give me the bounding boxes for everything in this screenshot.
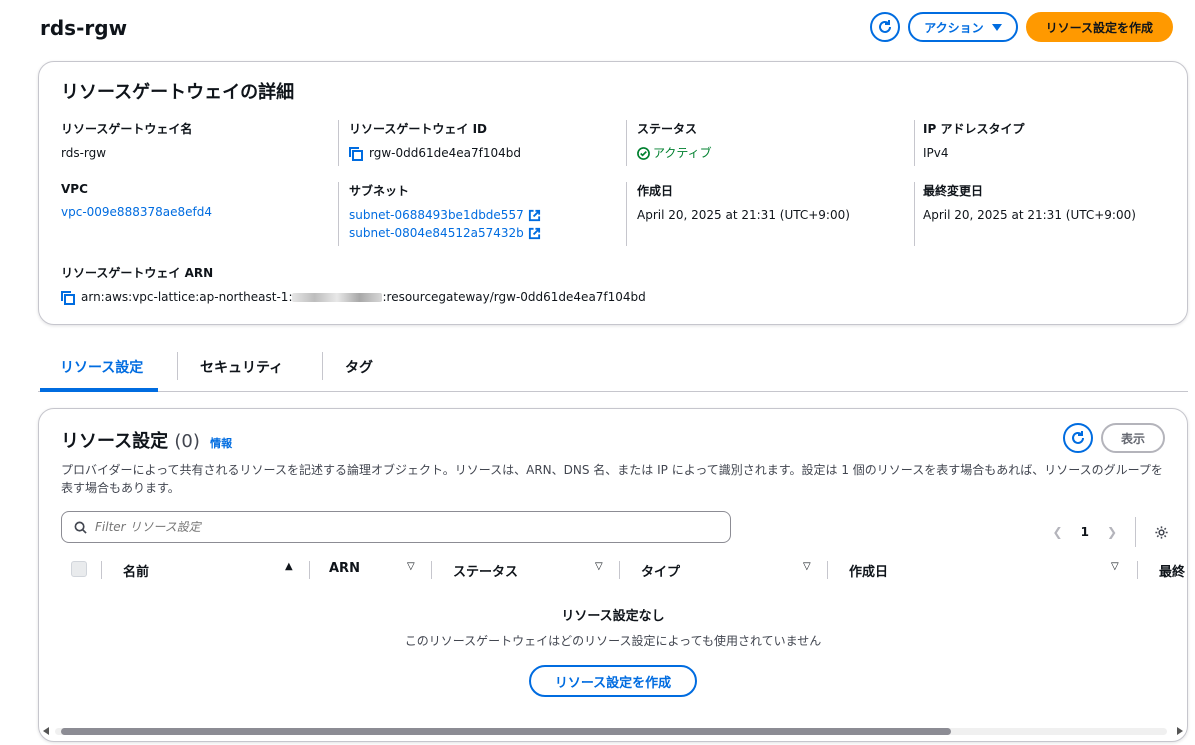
- col-divider: [431, 561, 432, 579]
- scroll-left-icon[interactable]: [43, 727, 49, 735]
- info-link[interactable]: 情報: [210, 437, 232, 450]
- next-page-icon[interactable]: ❯: [1107, 525, 1117, 539]
- table-title-text: リソース設定: [61, 431, 169, 452]
- empty-create-button[interactable]: リソース設定を作成: [528, 665, 698, 697]
- table-actions: 表示: [1062, 423, 1165, 453]
- copy-icon[interactable]: [61, 290, 75, 305]
- pagination: ❮ 1 ❯: [1053, 517, 1169, 547]
- empty-title: リソース設定なし: [561, 609, 665, 624]
- status-value: アクティブ: [653, 146, 712, 160]
- col-divider: [619, 561, 620, 579]
- sort-icon[interactable]: ▽: [803, 561, 811, 572]
- arn-prefix: arn:aws:vpc-lattice:ap-northeast-1:: [81, 290, 293, 304]
- col-divider: [827, 561, 828, 579]
- sort-icon[interactable]: ▽: [595, 561, 603, 572]
- col-arn[interactable]: ARN: [329, 561, 360, 576]
- details-title: リソースゲートウェイの詳細: [61, 82, 295, 103]
- tab-divider: [177, 352, 178, 380]
- empty-description: このリソースゲートウェイはどのリソース設定によっても使用されていません: [404, 634, 822, 648]
- subnet-link[interactable]: subnet-0688493be1dbde557: [349, 208, 524, 222]
- prev-page-icon[interactable]: ❮: [1053, 525, 1063, 539]
- check-circle-icon: [637, 147, 650, 160]
- caret-down-icon: [991, 23, 1002, 31]
- created-value: April 20, 2025 at 21:31 (UTC+9:00): [637, 208, 850, 222]
- gear-icon[interactable]: [1154, 525, 1169, 540]
- resource-configs-panel: リソース設定 (0) 情報 表示 プロバイダーによって共有されるリソースを記述す…: [38, 408, 1188, 742]
- select-all-checkbox[interactable]: [71, 561, 87, 577]
- modified-label: 最終変更日: [923, 184, 984, 198]
- field-vpc: VPC vpc-009e888378ae8efd4: [61, 182, 339, 246]
- ip-value: IPv4: [923, 146, 949, 160]
- page-title: rds-rgw: [40, 16, 128, 40]
- subnet-link[interactable]: subnet-0804e84512a57432b: [349, 226, 524, 240]
- tab-resource-configs[interactable]: リソース設定: [40, 350, 158, 392]
- field-subnet: サブネット subnet-0688493be1dbde557 subnet-08…: [349, 182, 627, 246]
- tab-tags[interactable]: タグ: [345, 350, 373, 392]
- tab-bar: リソース設定 セキュリティ タグ: [38, 350, 1188, 392]
- col-type[interactable]: タイプ: [641, 561, 680, 580]
- field-status: ステータス アクティブ: [637, 120, 915, 166]
- status-label: ステータス: [637, 122, 698, 136]
- actions-dropdown-button[interactable]: アクション: [908, 12, 1018, 42]
- sort-icon[interactable]: ▽: [1111, 561, 1119, 572]
- empty-state: リソース設定なし このリソースゲートウェイはどのリソース設定によっても使用されて…: [39, 605, 1187, 697]
- col-divider: [101, 561, 102, 579]
- sort-icon[interactable]: ▽: [407, 561, 415, 572]
- field-name: リソースゲートウェイ名 rds-rgw: [61, 120, 339, 166]
- horizontal-scrollbar[interactable]: [41, 725, 1185, 737]
- refresh-icon: [1072, 431, 1084, 444]
- created-label: 作成日: [637, 184, 674, 198]
- external-link-icon: [528, 227, 540, 240]
- field-id: リソースゲートウェイ ID rgw-0dd61de4ea7f104bd: [349, 120, 627, 166]
- field-created: 作成日 April 20, 2025 at 21:31 (UTC+9:00): [637, 182, 915, 246]
- tab-security[interactable]: セキュリティ: [200, 350, 283, 392]
- table-description: プロバイダーによって共有されるリソースを記述する論理オブジェクト。リソースは、A…: [61, 463, 1163, 495]
- id-label: リソースゲートウェイ ID: [349, 122, 488, 136]
- col-modified[interactable]: 最終: [1159, 561, 1185, 580]
- name-label: リソースゲートウェイ名: [61, 122, 193, 136]
- table-refresh-button[interactable]: [1062, 423, 1093, 453]
- header-actions: アクション リソース設定を作成: [870, 12, 1173, 42]
- copy-icon[interactable]: [349, 146, 363, 161]
- search-icon: [74, 521, 87, 534]
- table-header: 名前 ▲ ARN ▽ ステータス ▽ タイプ ▽ 作成日 ▽ 最終: [61, 557, 1187, 585]
- actions-label: アクション: [924, 20, 984, 35]
- refresh-button[interactable]: [870, 12, 901, 42]
- tab-divider: [322, 352, 323, 380]
- arn-suffix: :resourcegateway/rgw-0dd61de4ea7f104bd: [382, 290, 646, 304]
- col-created[interactable]: 作成日: [849, 561, 888, 580]
- external-link-icon: [528, 209, 540, 222]
- view-button[interactable]: 表示: [1100, 423, 1165, 453]
- ip-label: IP アドレスタイプ: [923, 122, 1025, 136]
- subnet-label: サブネット: [349, 184, 410, 198]
- id-value: rgw-0dd61de4ea7f104bd: [369, 146, 521, 160]
- vpc-link[interactable]: vpc-009e888378ae8efd4: [61, 203, 324, 221]
- filter-input[interactable]: [95, 520, 695, 534]
- table-title: リソース設定 (0) 情報: [61, 427, 232, 453]
- sort-asc-icon[interactable]: ▲: [285, 561, 293, 572]
- page-number[interactable]: 1: [1081, 525, 1089, 539]
- redacted-account-id: [292, 293, 383, 302]
- modified-value: April 20, 2025 at 21:31 (UTC+9:00): [923, 208, 1136, 222]
- col-status[interactable]: ステータス: [453, 561, 518, 580]
- pager-divider: [1135, 517, 1136, 547]
- scroll-thumb[interactable]: [61, 728, 951, 735]
- name-value: rds-rgw: [61, 146, 107, 160]
- create-resource-config-button[interactable]: リソース設定を作成: [1025, 12, 1173, 42]
- field-ip-type: IP アドレスタイプ IPv4: [923, 120, 1195, 166]
- col-name[interactable]: 名前: [123, 561, 149, 580]
- field-modified: 最終変更日 April 20, 2025 at 21:31 (UTC+9:00): [923, 182, 1195, 246]
- gateway-details-panel: リソースゲートウェイの詳細 リソースゲートウェイ名 rds-rgw リソースゲー…: [38, 61, 1188, 325]
- scroll-right-icon[interactable]: [1177, 727, 1183, 735]
- filter-box: [61, 511, 731, 543]
- vpc-label: VPC: [61, 182, 88, 196]
- col-divider: [309, 561, 310, 579]
- field-arn: リソースゲートウェイ ARN arn:aws:vpc-lattice:ap-no…: [61, 264, 861, 306]
- table-count: (0): [174, 431, 200, 452]
- col-divider: [1137, 561, 1138, 579]
- refresh-icon: [879, 20, 892, 33]
- arn-label: リソースゲートウェイ ARN: [61, 266, 214, 280]
